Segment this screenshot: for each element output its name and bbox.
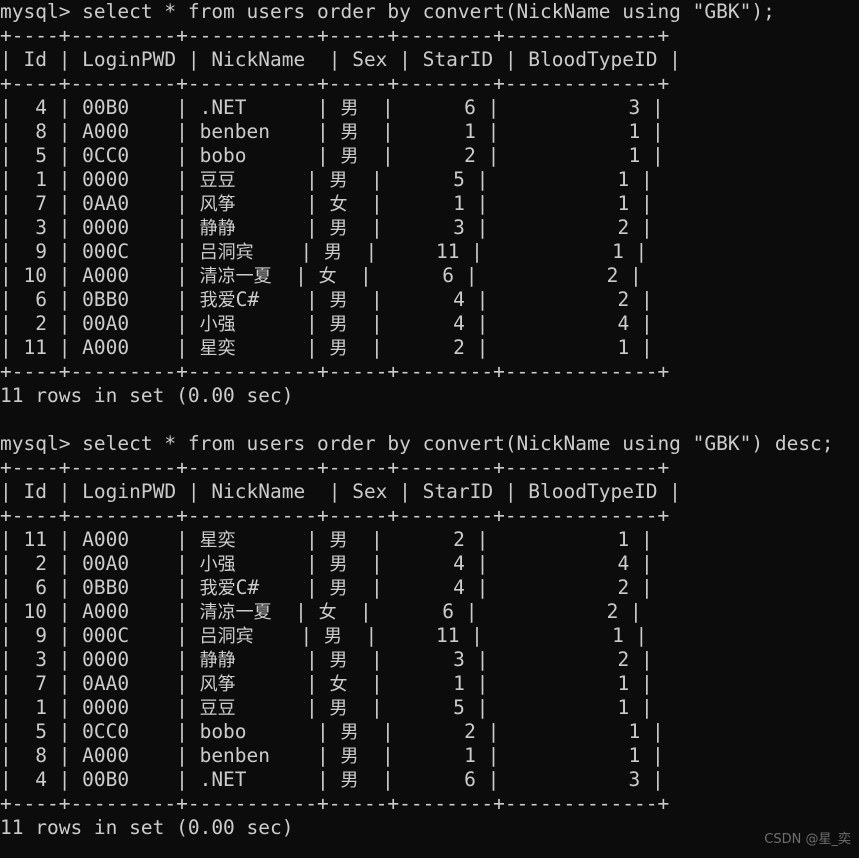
table-row: | 1 | 0000 | 豆豆 | 男 | 5 | 1 | <box>0 168 653 191</box>
table-row: | 7 | 0AA0 | 风筝 | 女 | 1 | 1 | <box>0 192 653 215</box>
table-row: | 10 | A000 | 清凉一夏 | 女 | 6 | 2 | <box>0 600 642 623</box>
table-row: | 2 | 00A0 | 小强 | 男 | 4 | 4 | <box>0 552 653 575</box>
table-row: | 8 | A000 | benben | 男 | 1 | 1 | <box>0 120 664 143</box>
table-row: | 9 | 000C | 吕洞宾 | 男 | 11 | 1 | <box>0 624 648 647</box>
table-separator: +----+---------+-----------+-----+------… <box>0 360 670 383</box>
table-row: | 6 | 0BB0 | 我爱C# | 男 | 4 | 2 | <box>0 288 653 311</box>
table-row: | 6 | 0BB0 | 我爱C# | 男 | 4 | 2 | <box>0 576 653 599</box>
table-header-row: | Id | LoginPWD | NickName | Sex | StarI… <box>0 48 681 71</box>
table-row: | 4 | 00B0 | .NET | 男 | 6 | 3 | <box>0 768 664 791</box>
rows-in-set-status: 11 rows in set (0.00 sec) <box>0 384 294 407</box>
table-separator: +----+---------+-----------+-----+------… <box>0 24 670 47</box>
sql-prompt-line: mysql> select * from users order by conv… <box>0 432 834 455</box>
table-row: | 5 | 0CC0 | bobo | 男 | 2 | 1 | <box>0 144 664 167</box>
table-row: | 3 | 0000 | 静静 | 男 | 3 | 2 | <box>0 648 653 671</box>
watermark: CSDN @星_奕 <box>764 832 851 847</box>
table-row: | 5 | 0CC0 | bobo | 男 | 2 | 1 | <box>0 720 664 743</box>
table-row: | 3 | 0000 | 静静 | 男 | 3 | 2 | <box>0 216 653 239</box>
table-separator: +----+---------+-----------+-----+------… <box>0 504 670 527</box>
table-row: | 11 | A000 | 星奕 | 男 | 2 | 1 | <box>0 528 653 551</box>
table-row: | 11 | A000 | 星奕 | 男 | 2 | 1 | <box>0 336 653 359</box>
table-row: | 1 | 0000 | 豆豆 | 男 | 5 | 1 | <box>0 696 653 719</box>
sql-prompt-line: mysql> select * from users order by conv… <box>0 0 775 23</box>
table-row: | 4 | 00B0 | .NET | 男 | 6 | 3 | <box>0 96 664 119</box>
table-row: | 8 | A000 | benben | 男 | 1 | 1 | <box>0 744 664 767</box>
table-row: | 2 | 00A0 | 小强 | 男 | 4 | 4 | <box>0 312 653 335</box>
table-separator: +----+---------+-----------+-----+------… <box>0 72 670 95</box>
table-separator: +----+---------+-----------+-----+------… <box>0 456 670 479</box>
table-header-row: | Id | LoginPWD | NickName | Sex | StarI… <box>0 480 681 503</box>
table-row: | 9 | 000C | 吕洞宾 | 男 | 11 | 1 | <box>0 240 648 263</box>
terminal-window[interactable]: mysql> select * from users order by conv… <box>0 0 859 858</box>
rows-in-set-status: 11 rows in set (0.00 sec) <box>0 816 294 839</box>
table-row: | 10 | A000 | 清凉一夏 | 女 | 6 | 2 | <box>0 264 642 287</box>
table-separator: +----+---------+-----------+-----+------… <box>0 792 670 815</box>
terminal-output: mysql> select * from users order by conv… <box>0 0 859 840</box>
table-row: | 7 | 0AA0 | 风筝 | 女 | 1 | 1 | <box>0 672 653 695</box>
